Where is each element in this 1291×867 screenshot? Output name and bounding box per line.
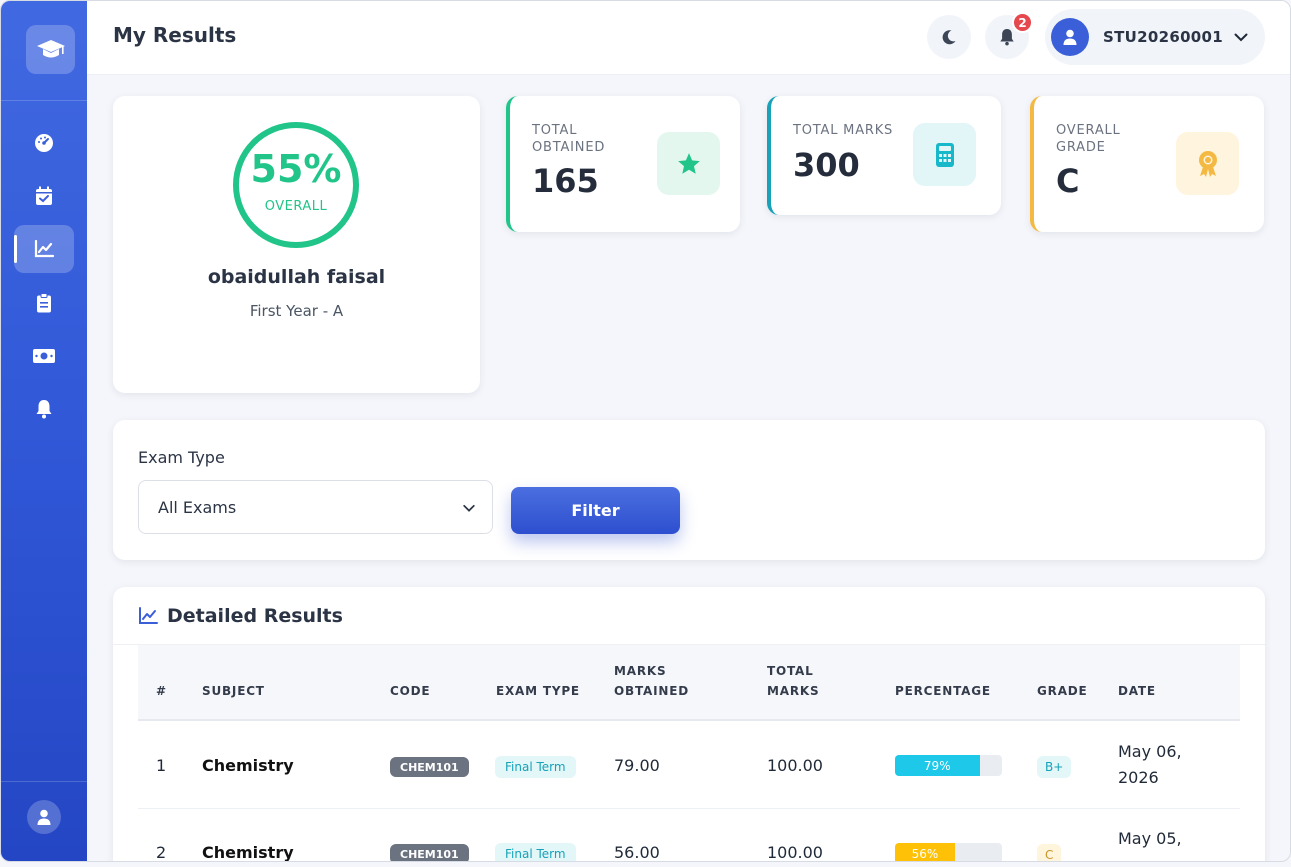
cell-marks-obtained: 79.00 [614,756,660,775]
profile-card: 55% OVERALL obaidullah faisal First Year… [113,96,480,393]
cell-total-marks: 100.00 [767,756,823,775]
exam-type-badge: Final Term [495,843,576,861]
user-id: STU20260001 [1103,28,1224,46]
user-avatar [1051,18,1089,56]
chevron-down-icon [463,504,475,512]
chevron-down-icon [1234,33,1248,42]
exam-type-badge: Final Term [495,756,576,778]
column-header-percentage: PERCENTAGE [895,684,991,698]
stat-label: OVERALL GRADE [1056,123,1121,155]
top-header: My Results 2 STU20260001 [87,1,1290,75]
filter-card: Exam Type All Exams Filter [113,420,1265,560]
notifications-button[interactable]: 2 [985,12,1033,59]
sidebar-avatar[interactable] [27,800,61,834]
calendar-check-icon [36,186,52,205]
column-header-marks-obtained: MARKS OBTAINED [614,664,689,698]
results-title: Detailed Results [167,605,343,627]
chart-line-icon [139,607,158,624]
page-title: My Results [113,23,237,47]
gauge-icon [35,134,53,152]
percentage-bar-fill: 56% [895,843,955,861]
cell-num: 1 [156,756,167,775]
table-row[interactable]: 2 Chemistry CHEM101 Final Term 56.00 100… [138,809,1240,862]
stat-icon-box [913,123,976,186]
bell-icon [36,400,52,419]
percentage-bar-fill: 79% [895,755,980,776]
user-icon [37,809,51,825]
stat-label: TOTAL MARKS [793,123,894,138]
bell-icon [1000,29,1014,46]
cell-subject: Chemistry [202,843,294,862]
graduation-cap-icon [36,39,65,57]
sidebar-item-dashboard[interactable] [14,119,74,167]
column-header-date: DATE [1118,684,1156,698]
chart-line-icon [34,240,54,258]
star-icon [677,152,700,174]
code-badge: CHEM101 [390,844,469,861]
column-header-subject: SUBJECT [202,684,265,698]
student-name: obaidullah faisal [207,266,386,288]
logo[interactable] [26,25,75,74]
percentage-bar: 56% [895,843,1002,861]
grade-badge: B+ [1037,756,1072,778]
code-badge: CHEM101 [390,757,469,777]
app-frame: My Results 2 STU20260001 55% OVERALL oba… [0,0,1291,862]
table-header: # SUBJECT CODE EXAM TYPE MARKS OBTAINED … [138,645,1240,721]
stat-value: C [1056,162,1080,200]
sidebar-item-results[interactable] [14,225,74,273]
column-header-code: CODE [390,684,431,698]
user-menu[interactable]: STU20260001 [1045,9,1265,65]
column-header-total-marks: TOTAL MARKS [767,664,820,698]
moon-icon [942,30,956,45]
stat-card-total-obtained: TOTAL OBTAINED 165 [506,96,740,232]
stat-card-overall-grade: OVERALL GRADE C [1030,96,1264,232]
money-bill-icon [33,349,55,363]
clipboard-icon [37,293,51,313]
exam-type-selected: All Exams [158,497,237,517]
column-header-exam-type: EXAM TYPE [496,684,580,698]
stat-card-total-marks: TOTAL MARKS 300 [767,96,1001,215]
stat-icon-box [657,132,720,195]
results-header: Detailed Results [138,605,343,627]
percentage-bar: 79% [895,755,1002,776]
stat-icon-box [1176,132,1239,195]
cell-num: 2 [156,843,167,862]
stat-value: 300 [793,146,860,184]
exam-type-label: Exam Type [138,448,225,467]
grade-badge: C [1037,844,1062,861]
column-header-num: # [156,684,167,698]
column-header-grade: GRADE [1037,684,1088,698]
cell-date: May 05, [1118,829,1182,848]
sidebar-divider-bottom [1,781,87,782]
sidebar [1,1,87,861]
sidebar-divider [1,100,87,101]
cell-total-marks: 100.00 [767,843,823,862]
cell-subject: Chemistry [202,756,294,775]
sidebar-item-attendance[interactable] [14,172,74,220]
cell-date: May 06, 2026 [1118,742,1182,787]
notification-count-badge: 2 [1012,12,1033,33]
theme-toggle-button[interactable] [927,15,971,59]
results-card: Detailed Results # SUBJECT CODE EXAM TYP… [113,587,1265,862]
calculator-icon [935,142,954,167]
student-class: First Year - A [249,302,344,320]
exam-type-select[interactable]: All Exams [138,480,493,534]
stat-value: 165 [532,162,599,200]
percentage-label: 56% [911,846,939,861]
stat-label: TOTAL OBTAINED [532,123,606,155]
table-row[interactable]: 1 Chemistry CHEM101 Final Term 79.00 100… [138,721,1240,809]
cell-marks-obtained: 56.00 [614,843,660,862]
percentage-label: 79% [923,758,951,773]
overall-progress-ring [233,122,359,248]
sidebar-item-notifications[interactable] [14,385,74,433]
user-icon [1063,29,1077,45]
award-icon [1198,150,1217,177]
sidebar-item-assignments[interactable] [14,279,74,327]
sidebar-item-fees[interactable] [14,332,74,380]
filter-button[interactable]: Filter [511,487,680,534]
